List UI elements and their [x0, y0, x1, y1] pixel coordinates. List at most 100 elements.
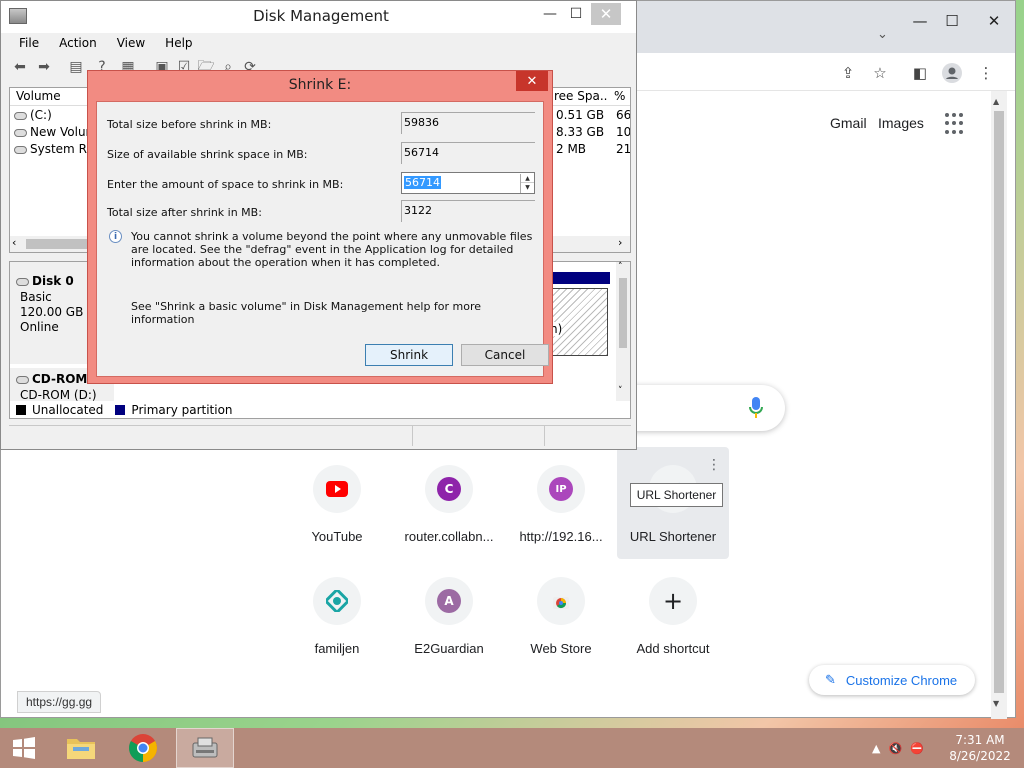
scroll-down-icon[interactable]: ▼ [993, 699, 999, 708]
unallocated-swatch [16, 404, 26, 415]
shortcut-label: URL Shortener [629, 529, 717, 544]
windows-logo-icon [13, 737, 35, 759]
scroll-left-icon[interactable]: ‹ [12, 236, 16, 249]
drive-icon [14, 145, 27, 154]
status-bar-url: https://gg.gg [17, 691, 102, 713]
system-tray: ▲ 🔇 ⛔ [872, 728, 924, 768]
taskbar-file-explorer[interactable] [54, 728, 108, 768]
cdrom-drive: CD-ROM (D:) [20, 388, 97, 402]
amount-label: Enter the amount of space to shrink in M… [107, 178, 344, 191]
shrink-amount-input[interactable]: 56714 ▲ ▼ [401, 172, 535, 194]
tray-expand-icon[interactable]: ▲ [872, 742, 880, 755]
shortcut-more-icon[interactable]: ⋮ [707, 457, 721, 473]
network-error-icon[interactable]: ⛔ [910, 742, 924, 755]
web-store-icon [537, 577, 585, 625]
scroll-up-icon[interactable]: ˄ [618, 262, 623, 272]
google-apps-icon[interactable] [945, 113, 967, 135]
scroll-right-icon[interactable]: › [618, 236, 622, 249]
cdrom-name: CD-ROM [16, 372, 87, 386]
info-icon: i [109, 230, 122, 243]
profile-avatar-icon[interactable] [941, 63, 963, 83]
shortcut-router[interactable]: C router.collabn... [395, 451, 503, 561]
volume-muted-icon[interactable]: 🔇 [888, 742, 902, 755]
column-percent-free[interactable]: % F [614, 89, 630, 103]
amount-spinner[interactable]: ▲ ▼ [520, 174, 534, 193]
gmail-link[interactable]: Gmail [830, 115, 867, 131]
back-arrow-icon[interactable]: ⬅ [11, 59, 29, 75]
start-button[interactable] [0, 728, 48, 768]
dialog-title[interactable]: Shrink E: [88, 71, 552, 99]
total-after-field: 3122 [401, 200, 535, 222]
close-icon[interactable]: ✕ [979, 9, 1009, 33]
help-message: See "Shrink a basic volume" in Disk Mana… [131, 300, 482, 326]
maximize-icon[interactable]: ☐ [561, 3, 591, 25]
drive-icon [14, 128, 27, 137]
page-scroll-thumb[interactable] [994, 111, 1004, 693]
disk-0-info[interactable]: Disk 0 Basic 120.00 GB Online [10, 262, 90, 364]
info-message: You cannot shrink a volume beyond the po… [131, 230, 533, 269]
scroll-thumb[interactable] [619, 278, 627, 348]
spin-up-icon[interactable]: ▲ [521, 174, 534, 183]
add-shortcut-button[interactable]: + Add shortcut [619, 563, 727, 673]
percent-free-value: 100 [616, 125, 630, 139]
images-link[interactable]: Images [878, 115, 924, 131]
list-item[interactable]: New Volun [14, 125, 90, 139]
close-icon[interactable]: ✕ [516, 71, 548, 91]
shortcut-web-store[interactable]: Web Store [507, 563, 615, 673]
menu-bar: File Action View Help [9, 33, 203, 53]
familjen-icon [313, 577, 361, 625]
tab-search-chevron-icon[interactable]: ⌄ [877, 27, 888, 42]
side-panel-icon[interactable]: ◧ [909, 63, 931, 83]
microphone-icon[interactable] [749, 397, 763, 419]
letter-a-icon: A [425, 577, 473, 625]
shortcut-youtube[interactable]: YouTube [283, 451, 391, 561]
legend-primary: Primary partition [131, 402, 233, 417]
cancel-button[interactable]: Cancel [461, 344, 549, 366]
scroll-down-icon[interactable]: ˅ [618, 386, 623, 396]
disk-management-titlebar[interactable]: Disk Management — ☐ ✕ [1, 1, 636, 33]
menu-action[interactable]: Action [49, 33, 107, 53]
share-icon[interactable]: ⇪ [837, 63, 859, 83]
forward-arrow-icon[interactable]: ➡ [35, 59, 53, 75]
column-volume[interactable]: Volume [16, 89, 61, 103]
column-free-space[interactable]: ree Spa... [554, 89, 608, 103]
menu-view[interactable]: View [107, 33, 155, 53]
legend: Unallocated Primary partition [9, 401, 631, 419]
customize-chrome-button[interactable]: ✎ Customize Chrome [809, 665, 975, 695]
shrink-dialog: Shrink E: ✕ Total size before shrink in … [87, 70, 553, 384]
clock-time: 7:31 AM [955, 733, 1005, 747]
chrome-menu-icon[interactable]: ⋮ [975, 63, 997, 83]
shrink-button[interactable]: Shrink [365, 344, 453, 366]
letter-ip-icon: IP [537, 465, 585, 513]
disk-icon [16, 277, 29, 286]
primary-partition-swatch [115, 404, 126, 415]
dialog-body: Total size before shrink in MB: 59836 Si… [96, 101, 549, 377]
legend-unallocated: Unallocated [32, 402, 104, 417]
shortcut-e2guardian[interactable]: A E2Guardian [395, 563, 503, 673]
list-item[interactable]: (C:) [14, 108, 90, 122]
console-tree-icon[interactable]: ▤ [67, 59, 85, 75]
bookmark-star-icon[interactable]: ☆ [869, 63, 891, 83]
shortcut-label: YouTube [311, 529, 363, 544]
scroll-up-icon[interactable]: ▲ [993, 97, 999, 106]
taskbar-chrome[interactable] [116, 728, 170, 768]
disk-0-name: Disk 0 [16, 274, 74, 288]
minimize-icon[interactable]: — [905, 9, 935, 33]
available-field: 56714 [401, 142, 535, 164]
menu-help[interactable]: Help [155, 33, 202, 53]
shortcut-ip[interactable]: IP http://192.16... [507, 451, 615, 561]
shortcut-label: http://192.16... [519, 529, 603, 544]
menu-file[interactable]: File [9, 33, 49, 53]
shrink-amount-value: 56714 [404, 176, 441, 189]
customize-label: Customize Chrome [845, 672, 958, 688]
shortcut-familjen[interactable]: familjen [283, 563, 391, 673]
disk-0-size: 120.00 GB [20, 305, 84, 319]
list-item[interactable]: System Res [14, 142, 90, 156]
maximize-icon[interactable]: ☐ [937, 9, 967, 33]
spin-down-icon[interactable]: ▼ [521, 183, 534, 192]
shortcut-label: familjen [314, 641, 360, 656]
taskbar-disk-management[interactable] [176, 728, 234, 768]
chrome-icon [129, 734, 157, 762]
close-icon[interactable]: ✕ [591, 3, 621, 25]
clock[interactable]: 7:31 AM 8/26/2022 [948, 732, 1012, 764]
